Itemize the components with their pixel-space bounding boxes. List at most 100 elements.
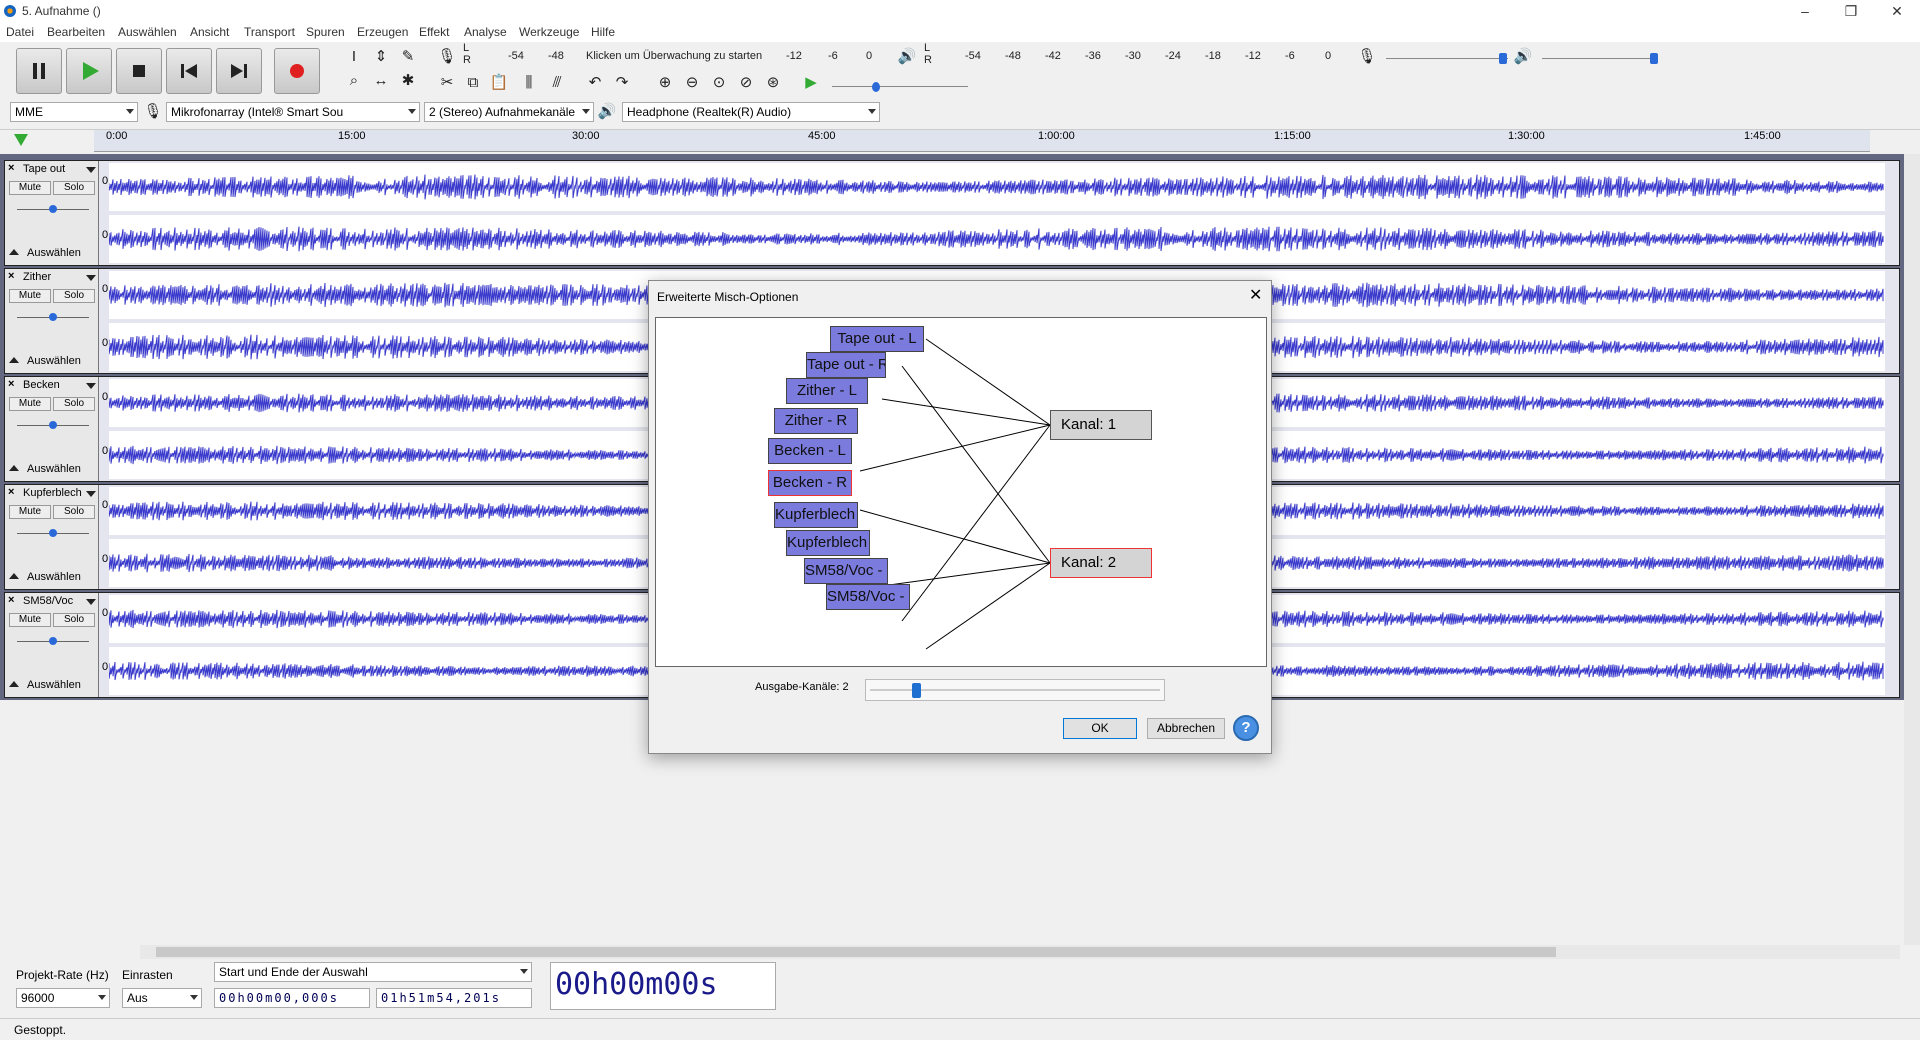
draw-tool-icon[interactable]: ✎ bbox=[397, 46, 419, 68]
solo-button[interactable]: Solo bbox=[53, 289, 95, 303]
menu-bearbeiten[interactable]: Bearbeiten bbox=[47, 25, 105, 39]
pan-slider-thumb[interactable] bbox=[49, 529, 57, 537]
waveform-left[interactable] bbox=[109, 163, 1885, 211]
record-meter-prompt[interactable]: Klicken um Überwachung zu starten bbox=[586, 50, 762, 62]
play-speed-slider[interactable] bbox=[832, 86, 968, 87]
menu-transport[interactable]: Transport bbox=[244, 25, 295, 39]
play-speed-thumb[interactable] bbox=[872, 82, 880, 92]
input-channel-3[interactable]: Zither - L bbox=[786, 378, 868, 404]
mix-matrix-canvas[interactable]: Tape out - L Tape out - R Zither - L Zither… bbox=[655, 317, 1267, 667]
record-meter-mic-icon[interactable]: 🎙 bbox=[436, 46, 458, 68]
recording-volume-slider[interactable] bbox=[1386, 58, 1508, 59]
menu-effekt[interactable]: Effekt bbox=[419, 25, 449, 39]
selection-tool-icon[interactable]: I bbox=[343, 46, 365, 68]
audio-position-display[interactable]: 00h00m00s bbox=[550, 962, 776, 1010]
stop-button[interactable] bbox=[116, 48, 162, 94]
vertical-scrollbar[interactable] bbox=[1904, 154, 1920, 945]
track-name[interactable]: SM58/Voc bbox=[23, 595, 73, 607]
output-channels-slider[interactable] bbox=[865, 679, 1165, 701]
close-window-button[interactable]: ✕ bbox=[1874, 0, 1920, 22]
track-name[interactable]: Kupferblech bbox=[23, 487, 82, 499]
record-button[interactable] bbox=[274, 48, 320, 94]
input-channel-7[interactable]: Kupferblech - L bbox=[774, 502, 858, 528]
input-channel-5[interactable]: Becken - L bbox=[768, 438, 852, 464]
timeshift-tool-icon[interactable]: ↔ bbox=[370, 70, 392, 92]
horizontal-scroll-thumb[interactable] bbox=[156, 947, 1556, 957]
track-menu-chevron-down-icon[interactable] bbox=[86, 599, 96, 605]
input-channel-8[interactable]: Kupferblech - R bbox=[786, 530, 870, 556]
mute-button[interactable]: Mute bbox=[9, 181, 51, 195]
audio-host-select[interactable]: MME bbox=[10, 102, 138, 122]
track-menu-chevron-down-icon[interactable] bbox=[86, 383, 96, 389]
pan-slider-thumb[interactable] bbox=[49, 421, 57, 429]
project-rate-select[interactable]: 96000 bbox=[16, 988, 110, 1008]
track-name[interactable]: Becken bbox=[23, 379, 60, 391]
cancel-button[interactable]: Abbrechen bbox=[1147, 718, 1225, 739]
input-device-select[interactable]: Mikrofonarray (Intel® Smart Sou bbox=[166, 102, 420, 122]
dialog-close-icon[interactable]: ✕ bbox=[1249, 285, 1262, 305]
play-at-speed-icon[interactable]: ▶ bbox=[800, 72, 822, 94]
collapse-chevron-up-icon[interactable] bbox=[9, 249, 19, 255]
track-menu-chevron-down-icon[interactable] bbox=[86, 275, 96, 281]
fit-selection-icon[interactable]: ⊙ bbox=[708, 72, 730, 94]
skip-end-button[interactable] bbox=[216, 48, 262, 94]
output-device-select[interactable]: Headphone (Realtek(R) Audio) bbox=[622, 102, 880, 122]
input-channel-10[interactable]: SM58/Voc - R bbox=[826, 584, 910, 610]
mute-button[interactable]: Mute bbox=[9, 397, 51, 411]
input-channel-4[interactable]: Zither - R bbox=[774, 408, 858, 434]
zoom-out-icon[interactable]: ⊖ bbox=[681, 72, 703, 94]
playback-volume-slider[interactable] bbox=[1542, 58, 1654, 59]
solo-button[interactable]: Solo bbox=[53, 505, 95, 519]
timeline-ruler[interactable]: 0:00 15:00 30:00 45:00 1:00:00 1:15:00 1… bbox=[94, 130, 1870, 152]
timeline-options-icon[interactable] bbox=[14, 134, 28, 146]
output-channels-thumb[interactable] bbox=[912, 683, 921, 698]
menu-hilfe[interactable]: Hilfe bbox=[591, 25, 615, 39]
menu-analyse[interactable]: Analyse bbox=[464, 25, 507, 39]
track-control-panel[interactable]: × Zither Mute Solo Auswählen bbox=[5, 269, 99, 373]
skip-start-button[interactable] bbox=[166, 48, 212, 94]
play-meter-speaker-icon[interactable]: 🔊 bbox=[896, 46, 918, 68]
track-menu-chevron-down-icon[interactable] bbox=[86, 491, 96, 497]
collapse-chevron-up-icon[interactable] bbox=[9, 681, 19, 687]
maximize-button[interactable]: ❐ bbox=[1828, 0, 1874, 22]
mute-button[interactable]: Mute bbox=[9, 613, 51, 627]
track-close-icon[interactable]: × bbox=[8, 594, 14, 606]
track[interactable]: × Tape out Mute Solo Auswählen 0 0 bbox=[4, 160, 1900, 266]
track-close-icon[interactable]: × bbox=[8, 486, 14, 498]
pause-button[interactable] bbox=[16, 48, 62, 94]
recording-volume-thumb[interactable] bbox=[1499, 53, 1507, 64]
mute-button[interactable]: Mute bbox=[9, 505, 51, 519]
track-close-icon[interactable]: × bbox=[8, 378, 14, 390]
track-close-icon[interactable]: × bbox=[8, 270, 14, 282]
copy-icon[interactable]: ⧉ bbox=[462, 72, 484, 94]
menu-auswaehlen[interactable]: Auswählen bbox=[118, 25, 177, 39]
ok-button[interactable]: OK bbox=[1063, 718, 1137, 739]
input-channels-select[interactable]: 2 (Stereo) Aufnahmekanäle bbox=[424, 102, 594, 122]
track-control-panel[interactable]: × SM58/Voc Mute Solo Auswählen bbox=[5, 593, 99, 697]
select-track-button[interactable]: Auswählen bbox=[27, 463, 81, 475]
menu-erzeugen[interactable]: Erzeugen bbox=[357, 25, 408, 39]
select-track-button[interactable]: Auswählen bbox=[27, 247, 81, 259]
track-name[interactable]: Zither bbox=[23, 271, 51, 283]
input-channel-1[interactable]: Tape out - L bbox=[830, 326, 924, 352]
menu-datei[interactable]: Datei bbox=[6, 25, 34, 39]
input-channel-9[interactable]: SM58/Voc - L bbox=[804, 558, 888, 584]
track-control-panel[interactable]: × Kupferblech Mute Solo Auswählen bbox=[5, 485, 99, 589]
cut-icon[interactable]: ✂ bbox=[436, 72, 458, 94]
play-meter[interactable]: -54 -48 -42 -36 -30 -24 -18 -12 -6 0 bbox=[965, 50, 1335, 64]
collapse-chevron-up-icon[interactable] bbox=[9, 465, 19, 471]
output-channel-2[interactable]: Kanal: 2 bbox=[1050, 548, 1152, 578]
multi-tool-icon[interactable]: ✱ bbox=[397, 70, 419, 92]
trim-icon[interactable]: ⫼ bbox=[518, 72, 540, 94]
pan-slider-thumb[interactable] bbox=[49, 313, 57, 321]
redo-icon[interactable]: ↷ bbox=[611, 72, 633, 94]
input-channel-2[interactable]: Tape out - R bbox=[806, 352, 886, 378]
paste-icon[interactable]: 📋 bbox=[488, 72, 510, 94]
solo-button[interactable]: Solo bbox=[53, 397, 95, 411]
selection-mode-select[interactable]: Start und Ende der Auswahl bbox=[214, 962, 532, 982]
silence-icon[interactable]: ⫻ bbox=[546, 72, 568, 94]
track-control-panel[interactable]: × Tape out Mute Solo Auswählen bbox=[5, 161, 99, 265]
help-icon[interactable]: ? bbox=[1233, 715, 1259, 741]
track-control-panel[interactable]: × Becken Mute Solo Auswählen bbox=[5, 377, 99, 481]
track-menu-chevron-down-icon[interactable] bbox=[86, 167, 96, 173]
